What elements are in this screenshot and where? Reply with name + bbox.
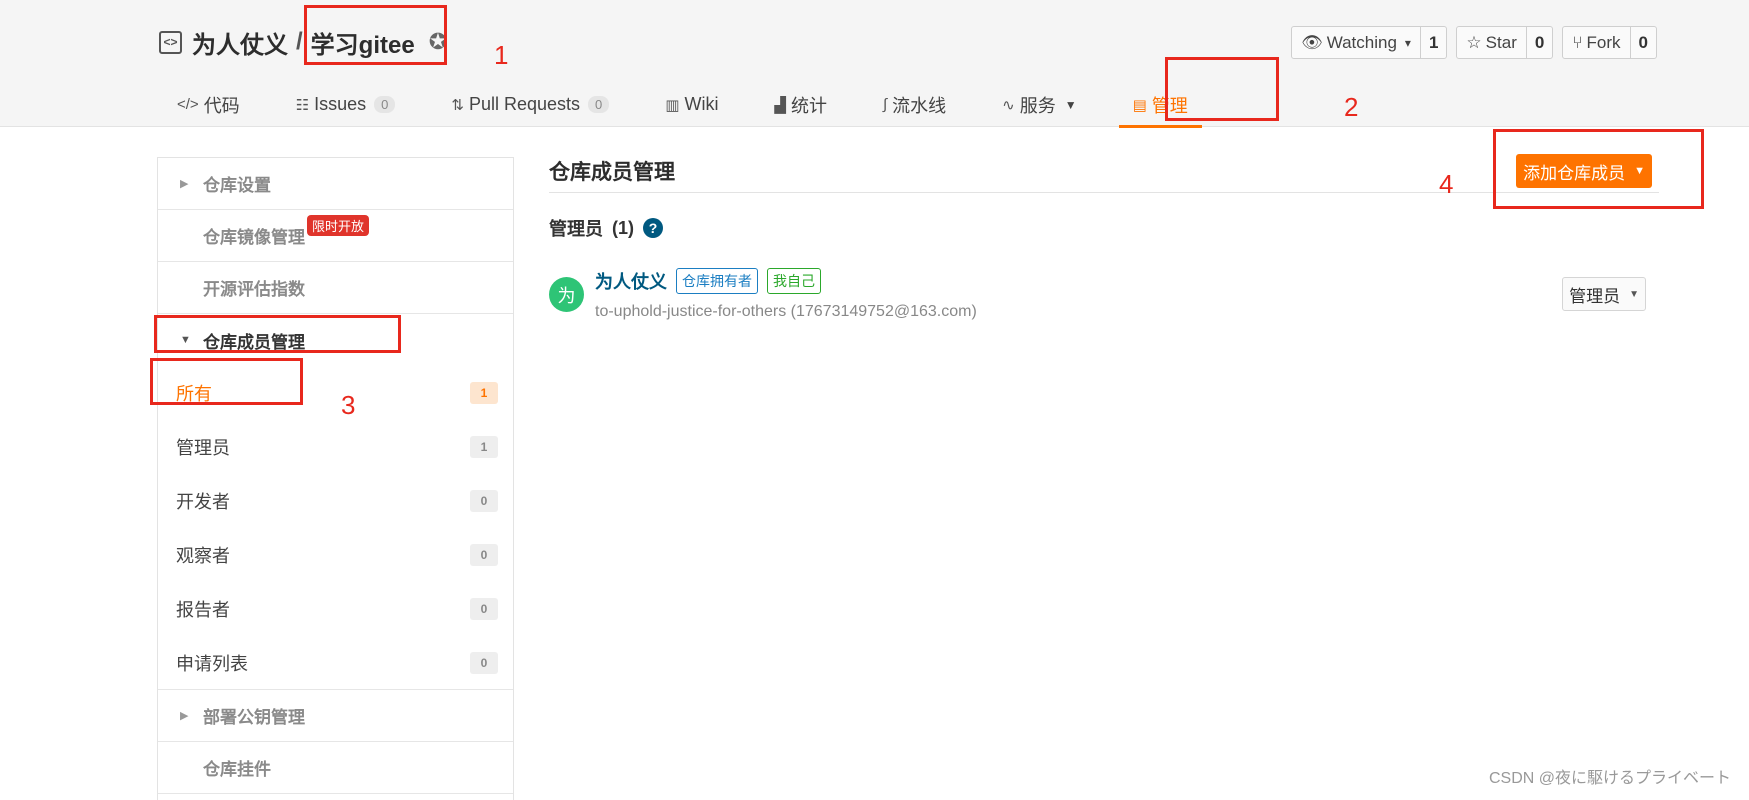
question-circle-icon[interactable]: ? [643,218,663,238]
sidebar-item-reporters[interactable]: 报告者 0 [158,582,513,636]
caret-right-icon: ▶ [180,710,189,722]
member-email: to-uphold-justice-for-others (1767314975… [595,303,977,320]
chevron-down-icon: ▼ [1064,97,1077,112]
annotation-number-4: 4 [1439,169,1454,199]
fork-icon: ⑂ [1572,32,1583,52]
count-badge: 1 [470,436,498,458]
sidebar-section-widgets[interactable]: 仓库挂件 [158,742,513,794]
tab-stats-label: 统计 [791,95,828,116]
watch-label: Watching [1326,32,1397,52]
tab-services[interactable]: ∿ 服务 ▼ [988,82,1090,127]
sidebar-section-label: 部署公钥管理 [203,708,305,727]
watch-count[interactable]: 1 [1421,27,1446,58]
sidebar-item-label: 管理员 [176,438,230,458]
repo-separator: / [296,28,303,55]
pulse-icon: ∿ [1002,96,1015,114]
code-box-icon: <> [159,30,182,54]
tab-wiki[interactable]: ▥ Wiki [651,82,732,127]
count-badge: 0 [470,598,498,620]
sidebar-item-admins[interactable]: 管理员 1 [158,420,513,474]
annotation-number-3: 3 [341,390,356,420]
star-button[interactable]: ☆ Star 0 [1456,26,1554,59]
star-count[interactable]: 0 [1527,27,1552,58]
tab-pull-requests-count: 0 [588,96,610,113]
sidebar-item-developers[interactable]: 开发者 0 [158,474,513,528]
tab-wiki-label: Wiki [684,94,719,114]
star-icon: ☆ [1466,32,1482,52]
sidebar-item-label: 观察者 [176,546,230,566]
fork-label: Fork [1586,32,1621,52]
count-badge: 0 [470,544,498,566]
tab-code-label: 代码 [203,95,240,116]
sidebar-section-label: 仓库设置 [203,176,271,195]
annotation-number-1: 1 [494,40,509,70]
sidebar-section-label: 开源评估指数 [203,280,305,299]
tab-pull-requests[interactable]: ⇅ Pull Requests 0 [437,82,623,127]
pull-request-icon: ⇅ [451,96,464,114]
member-name-link[interactable]: 为人仗义 [595,268,667,294]
tab-issues-label: Issues [314,94,367,114]
repo-tabs: </> 代码 ☷ Issues 0 ⇅ Pull Requests 0 ▥ Wi… [163,82,1230,128]
sidebar-item-label: 报告者 [176,600,230,620]
tab-pipeline-label: 流水线 [892,95,947,116]
repo-actions: 👁 Watching ▾ 1 ☆ Star 0 ⑂ Fork 0 [1291,26,1657,59]
annotation-number-2: 2 [1344,92,1359,122]
tab-code[interactable]: </> 代码 [163,82,254,127]
sidebar-section-mirror[interactable]: 仓库镜像管理 限时开放 [158,210,513,262]
sidebar-section-deploy-keys[interactable]: ▶ 部署公钥管理 [158,690,513,742]
annotation-box-manage-tab [1165,57,1279,121]
group-count: (1) [612,217,634,238]
eye-icon: 👁 [1301,32,1323,52]
tab-pipeline[interactable]: ∫ 流水线 [869,82,960,127]
count-badge: 0 [470,490,498,512]
tab-issues[interactable]: ☷ Issues 0 [282,82,410,127]
sidebar-section-label: 仓库镜像管理 [203,228,305,247]
count-badge: 0 [470,651,498,674]
annotation-box-add-button [1493,129,1704,209]
member-row: 为 为人仗义 仓库拥有者 我自己 to-uphold-justice-for-o… [549,268,1659,328]
watch-button[interactable]: 👁 Watching ▾ 1 [1291,26,1448,59]
sidebar-item-applications[interactable]: 申请列表 0 [158,636,513,690]
member-name-row: 为人仗义 仓库拥有者 我自己 [595,268,821,294]
self-tag: 我自己 [767,268,821,294]
fork-count[interactable]: 0 [1631,27,1656,58]
tab-issues-count: 0 [374,96,396,113]
role-select-value: 管理员 [1569,286,1621,306]
chevron-down-icon: ▾ [1404,35,1411,50]
annotation-box-repo-name [304,5,447,65]
sidebar-item-label: 开发者 [176,492,230,512]
code-icon: </> [177,96,199,113]
chevron-down-icon: ▼ [1629,288,1639,300]
page-title: 仓库成员管理 [549,161,675,184]
sidebar-item-label: 申请列表 [176,653,248,674]
fork-button[interactable]: ⑂ Fork 0 [1562,26,1657,59]
sidebar-section-repo-settings[interactable]: ▶ 仓库设置 [158,158,513,210]
bar-chart-icon: ▟ [774,96,787,114]
settings-sidebar: ▶ 仓库设置 仓库镜像管理 限时开放 开源评估指数 ▼ 仓库成员管理 所有 1 … [157,157,514,800]
limited-badge: 限时开放 [307,215,370,236]
watermark: CSDN @夜に駆けるプライベート [1488,770,1731,787]
sidebar-section-label: 仓库挂件 [203,760,271,779]
annotation-box-all-item [150,358,303,405]
issues-icon: ☷ [295,96,310,114]
group-label-text: 管理员 [549,219,603,239]
tab-stats[interactable]: ▟ 统计 [760,82,841,127]
repo-header: <> 为人仗义 / 学习gitee ✪ 👁 Watching ▾ 1 ☆ Star 0… [0,0,1749,128]
caret-right-icon: ▶ [180,178,189,190]
owner-tag: 仓库拥有者 [676,268,758,294]
pipeline-icon: ∫ [883,96,888,113]
repo-owner-link[interactable]: 为人仗义 [192,25,288,60]
manage-doc-icon: ▤ [1132,96,1147,114]
book-icon: ▥ [665,96,680,114]
count-badge: 1 [470,382,498,404]
annotation-box-members-section [154,315,401,353]
avatar[interactable]: 为 [549,277,584,312]
admin-group-label: 管理员 (1) ? [549,215,1659,241]
tab-pull-requests-label: Pull Requests [468,94,581,114]
tab-services-label: 服务 [1019,95,1056,116]
star-label: Star [1485,32,1517,52]
sidebar-section-oss-index[interactable]: 开源评估指数 [158,262,513,314]
sidebar-item-observers[interactable]: 观察者 0 [158,528,513,582]
role-select[interactable]: 管理员 ▼ [1562,277,1646,311]
